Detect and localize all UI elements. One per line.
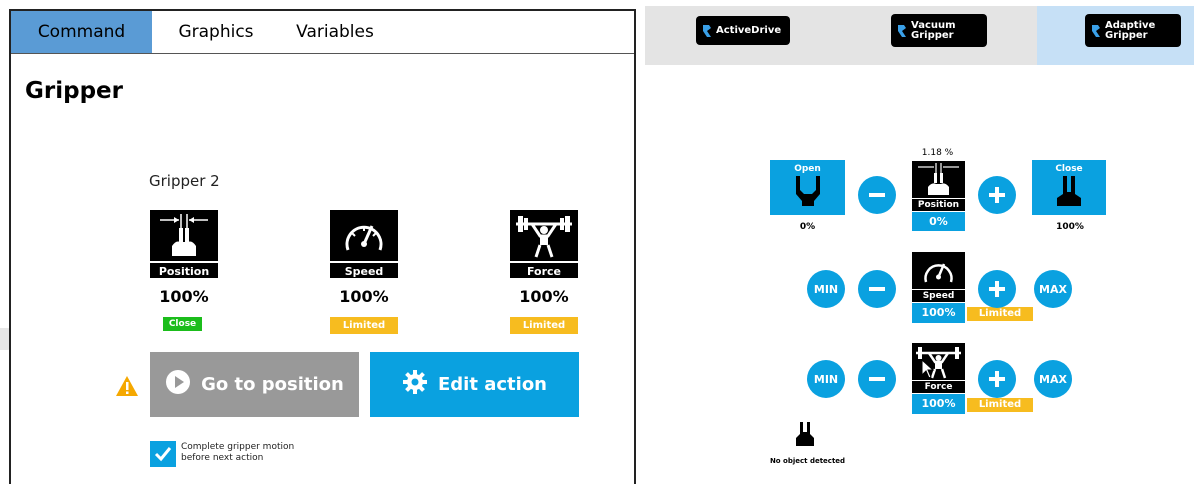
position-value: 0% bbox=[912, 212, 965, 231]
checkmark-icon bbox=[154, 447, 172, 462]
tab-vacuum-gripper[interactable]: Vacuum Gripper bbox=[891, 14, 987, 47]
speedometer-icon: Speed bbox=[912, 252, 965, 302]
speed-label: Speed bbox=[912, 289, 965, 302]
force-value: 100% bbox=[519, 287, 569, 306]
weightlifter-icon: Force bbox=[510, 210, 578, 278]
open-value: 0% bbox=[799, 222, 816, 232]
speed-value: 100% bbox=[339, 287, 389, 306]
speed-decrease-button[interactable] bbox=[858, 270, 896, 308]
minus-icon bbox=[869, 377, 885, 381]
speed-increase-button[interactable] bbox=[978, 270, 1016, 308]
tab-adaptive-gripper-label: Adaptive Gripper bbox=[1105, 19, 1156, 41]
weightlifter-icon: Force bbox=[912, 343, 965, 393]
tab-command[interactable]: Command bbox=[11, 11, 152, 53]
edit-action-label: Edit action bbox=[438, 374, 547, 395]
tab-bar: Command Graphics Variables bbox=[11, 11, 634, 54]
force-label: Force bbox=[510, 261, 578, 278]
tab-graphics[interactable]: Graphics bbox=[152, 11, 280, 53]
position-label: Position bbox=[150, 261, 218, 278]
complete-motion-label-line2: before next action bbox=[181, 453, 264, 463]
position-decrease-button[interactable] bbox=[858, 176, 896, 214]
force-max-button[interactable]: MAX bbox=[1034, 360, 1072, 398]
page-title: Gripper bbox=[25, 78, 123, 104]
go-to-position-label: Go to position bbox=[201, 374, 344, 395]
tab-activedrive[interactable]: ActiveDrive bbox=[696, 16, 790, 45]
close-button[interactable]: Close bbox=[1032, 160, 1106, 215]
robotiq-logo-icon bbox=[898, 24, 906, 37]
program-node-panel: Command Graphics Variables Gripper Gripp… bbox=[9, 9, 636, 484]
plus-icon bbox=[989, 281, 1005, 297]
close-value: 100% bbox=[1056, 222, 1084, 232]
speed-label: Speed bbox=[330, 261, 398, 278]
complete-motion-label-line1: Complete gripper motion bbox=[181, 442, 295, 452]
force-value: 100% bbox=[912, 394, 965, 414]
position-value: 100% bbox=[159, 287, 209, 306]
force-status-badge: Limited bbox=[510, 317, 578, 334]
position-readout: 1.18 % bbox=[921, 148, 954, 158]
speed-status-badge: Limited bbox=[330, 317, 398, 334]
position-label: Position bbox=[912, 198, 965, 211]
position-status-badge: Close bbox=[163, 317, 202, 331]
speed-value: 100% bbox=[912, 303, 965, 323]
edit-action-button[interactable]: Edit action bbox=[370, 352, 579, 417]
speedometer-icon: Speed bbox=[330, 210, 398, 278]
speed-min-button[interactable]: MIN bbox=[807, 270, 845, 308]
warning-icon bbox=[115, 375, 139, 397]
position-icon: Position bbox=[912, 161, 965, 211]
robotiq-logo-icon bbox=[703, 24, 711, 37]
force-decrease-button[interactable] bbox=[858, 360, 896, 398]
force-label: Force bbox=[912, 380, 965, 393]
minus-icon bbox=[869, 287, 885, 291]
gripper-name: Gripper 2 bbox=[149, 172, 220, 190]
force-increase-button[interactable] bbox=[978, 360, 1016, 398]
tab-vacuum-gripper-label: Vacuum Gripper bbox=[911, 19, 956, 41]
speed-max-button[interactable]: MAX bbox=[1034, 270, 1072, 308]
tab-activedrive-label: ActiveDrive bbox=[716, 24, 782, 36]
mouse-cursor-icon bbox=[921, 359, 935, 379]
gripper-toolbar-panel: ActiveDrive Vacuum Gripper Adaptive Grippe… bbox=[645, 6, 1194, 484]
gripper-close-icon bbox=[1057, 176, 1081, 206]
gripper-open-icon bbox=[795, 176, 820, 206]
open-label: Open bbox=[794, 164, 821, 174]
close-label: Close bbox=[1055, 164, 1083, 174]
tab-adaptive-gripper[interactable]: Adaptive Gripper bbox=[1085, 14, 1181, 47]
plus-icon bbox=[989, 371, 1005, 387]
minus-icon bbox=[869, 193, 885, 197]
speed-limited-badge: Limited bbox=[967, 307, 1033, 321]
plus-icon bbox=[989, 187, 1005, 203]
complete-motion-checkbox[interactable] bbox=[150, 441, 176, 467]
object-detection-status: No object detected bbox=[769, 457, 846, 465]
play-icon bbox=[165, 369, 191, 400]
position-increase-button[interactable] bbox=[978, 176, 1016, 214]
force-min-button[interactable]: MIN bbox=[807, 360, 845, 398]
go-to-position-button[interactable]: Go to position bbox=[150, 352, 359, 417]
gear-icon bbox=[402, 369, 428, 400]
tab-variables[interactable]: Variables bbox=[280, 11, 390, 53]
robotiq-logo-icon bbox=[1092, 24, 1100, 37]
open-button[interactable]: Open bbox=[770, 160, 845, 215]
complete-motion-label: Complete gripper motion before next acti… bbox=[181, 442, 341, 464]
position-icon: Position bbox=[150, 210, 218, 278]
gripper-status-icon bbox=[796, 422, 814, 446]
force-limited-badge: Limited bbox=[967, 398, 1033, 412]
